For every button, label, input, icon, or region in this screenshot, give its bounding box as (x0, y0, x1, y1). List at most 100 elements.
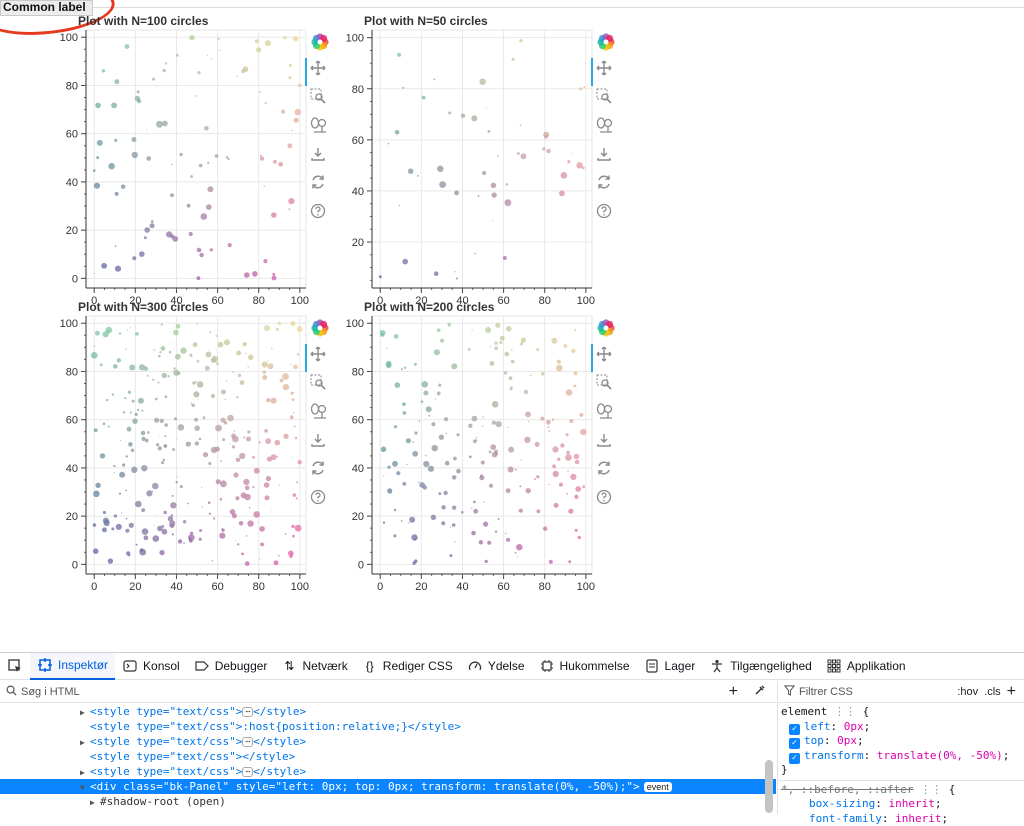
event-badge[interactable]: event (644, 782, 672, 792)
help-tool[interactable] (310, 489, 332, 511)
wheel-zoom-tool[interactable] (310, 116, 332, 138)
save-tool[interactable] (596, 432, 618, 454)
checkbox-icon[interactable]: ✓ (789, 753, 800, 764)
scatter-point (482, 171, 486, 175)
expand-triangle-icon[interactable]: ▶ (80, 705, 90, 720)
scatter-point (404, 367, 406, 369)
reset-tool[interactable] (596, 174, 618, 196)
save-tool[interactable] (310, 432, 332, 454)
ellipsis-icon[interactable]: ⋯ (242, 707, 253, 717)
html-pane-scrollbar[interactable] (765, 760, 773, 813)
scatter-point (414, 431, 417, 434)
tab-storage[interactable]: Lager (637, 653, 703, 680)
html-line[interactable]: <style type="text/css"></style> (0, 749, 776, 764)
tab-inspector[interactable]: Inspektør (30, 653, 115, 680)
ellipsis-icon[interactable]: ⋯ (242, 767, 253, 777)
reset-tool[interactable] (596, 460, 618, 482)
save-tool[interactable] (310, 146, 332, 168)
y-tick-label: 100 (60, 318, 78, 330)
add-node-icon[interactable]: + (729, 683, 738, 701)
help-tool[interactable] (310, 203, 332, 225)
html-line[interactable]: ▶#shadow-root (open) (0, 794, 776, 809)
scatter-point (492, 401, 499, 408)
scatter-canvas[interactable]: 020406080100020406080100 (78, 300, 338, 580)
tab-style-editor[interactable]: {}Rediger CSS (355, 653, 460, 680)
box-zoom-tool[interactable] (310, 374, 332, 396)
html-line[interactable]: ▶<style type="text/css">⋯</style> (0, 704, 776, 719)
scatter-point (246, 535, 248, 537)
ellipsis-icon[interactable]: ⋯ (242, 737, 253, 747)
tab-application[interactable]: Applikation (819, 653, 913, 680)
scatter-point (445, 461, 450, 466)
scatter-point (262, 362, 268, 368)
scatter-point (119, 493, 121, 495)
box-zoom-tool[interactable] (596, 88, 618, 110)
scatter-point (132, 400, 135, 403)
html-line[interactable]: ▶<style type="text/css">⋯</style> (0, 734, 776, 749)
bokeh-logo-tool[interactable] (310, 32, 332, 54)
bokeh-logo-tool[interactable] (596, 32, 618, 54)
pan-tool[interactable] (310, 346, 332, 368)
expand-triangle-icon[interactable]: ▶ (80, 735, 90, 750)
save-tool[interactable] (596, 146, 618, 168)
scatter-point (397, 53, 401, 57)
pan-tool[interactable] (596, 346, 618, 368)
tab-console[interactable]: Konsol (115, 653, 187, 680)
box-zoom-tool[interactable] (596, 374, 618, 396)
hov-toggle[interactable]: :hov (957, 686, 978, 698)
html-line[interactable]: ▶<style type="text/css">⋯</style> (0, 764, 776, 779)
css-filter-input[interactable]: Filtrer CSS (799, 686, 853, 698)
reset-tool[interactable] (310, 174, 332, 196)
scatter-canvas[interactable]: 02040608010020406080100 (364, 14, 624, 294)
scatter-point (508, 467, 514, 473)
add-rule-icon[interactable]: + (1007, 683, 1016, 701)
scatter-point (248, 325, 249, 326)
scatter-point (152, 491, 153, 492)
bokeh-logo-tool[interactable] (310, 318, 332, 340)
tab-label: Netværk (302, 659, 347, 673)
scatter-point (206, 204, 212, 210)
box-zoom-tool[interactable] (310, 88, 332, 110)
tab-performance[interactable]: Ydelse (460, 653, 532, 680)
checkbox-icon[interactable]: ✓ (789, 738, 800, 749)
pan-tool[interactable] (310, 60, 332, 82)
scatter-point (208, 462, 211, 465)
bokeh-logo-tool[interactable] (596, 318, 618, 340)
pan-tool[interactable] (596, 60, 618, 82)
scatter-canvas[interactable]: 020406080100020406080100 (78, 14, 338, 294)
memory-chip-icon (539, 658, 555, 674)
scatter-point (135, 96, 140, 101)
scatter-point (524, 390, 528, 394)
html-line[interactable]: <style type="text/css">:host{position:re… (0, 719, 776, 734)
tab-network[interactable]: ⇅Netværk (274, 653, 354, 680)
scatter-point (512, 58, 515, 61)
scatter-point (154, 349, 156, 351)
scatter-point (119, 332, 121, 334)
wheel-zoom-tool[interactable] (596, 116, 618, 138)
scatter-point (249, 507, 251, 509)
tab-debugger[interactable]: Debugger (187, 653, 275, 680)
eyedropper-icon[interactable] (754, 684, 766, 699)
wheel-zoom-tool[interactable] (310, 402, 332, 424)
scatter-point (271, 398, 277, 404)
tab-accessibility[interactable]: Tilgængelighed (702, 653, 819, 680)
reset-tool[interactable] (310, 460, 332, 482)
checkbox-icon[interactable]: ✓ (789, 724, 800, 735)
expand-triangle-icon[interactable]: ▶ (90, 795, 100, 810)
tab-memory[interactable]: Hukommelse (532, 653, 637, 680)
help-tool[interactable] (596, 203, 618, 225)
scatter-canvas[interactable]: 020406080100020406080100 (364, 300, 624, 580)
wheel-zoom-tool[interactable] (596, 402, 618, 424)
scatter-point (102, 69, 105, 72)
scatter-point (194, 130, 195, 131)
scatter-point (419, 420, 421, 422)
expand-triangle-icon[interactable]: ▶ (80, 765, 90, 780)
scatter-point (560, 443, 564, 447)
element-picker-icon[interactable] (0, 653, 30, 680)
scatter-point (557, 458, 560, 461)
html-line-selected[interactable]: ▼<div class="bk-Panel" style="left: 0px;… (0, 779, 776, 794)
collapse-triangle-icon[interactable]: ▼ (80, 780, 90, 795)
cls-toggle[interactable]: .cls (984, 686, 1001, 698)
help-tool[interactable] (596, 489, 618, 511)
html-search-input[interactable]: Søg i HTML (21, 686, 80, 698)
